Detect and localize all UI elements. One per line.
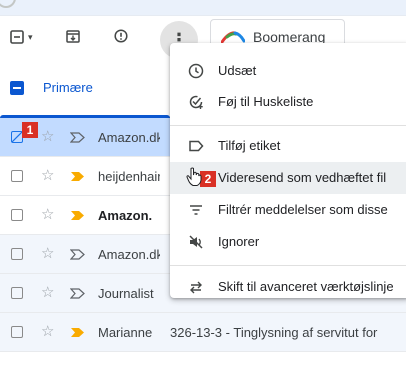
menu-item-add-label[interactable]: Tilføj etiket (170, 130, 406, 162)
top-search-strip (0, 0, 406, 16)
email-sender: Journalist (98, 286, 154, 301)
star-icon[interactable]: ☆ (41, 284, 54, 302)
star-icon[interactable]: ☆ (41, 206, 54, 224)
email-sender: heijdenhain (98, 169, 160, 184)
menu-item-label: Skift til avanceret værktøjslinje (218, 279, 394, 294)
menu-item-label: Tilføj etiket (218, 138, 281, 153)
important-marker-icon[interactable] (70, 208, 85, 223)
hand-cursor-icon (186, 167, 202, 186)
email-sender: Amazon.dk (98, 247, 160, 262)
tab-primary[interactable]: Primære (0, 60, 170, 118)
star-icon[interactable]: ☆ (41, 245, 54, 263)
report-spam-icon[interactable] (114, 29, 128, 45)
menu-item-label: Filtrér meddelelser som disse (218, 202, 388, 217)
switch-icon (188, 279, 204, 295)
row-checkbox[interactable] (11, 248, 23, 260)
menu-item-label: Udsæt (218, 63, 257, 78)
menu-divider (170, 265, 406, 266)
row-checkbox[interactable] (11, 287, 23, 299)
menu-item-label: Ignorer (218, 234, 260, 249)
select-dropdown-icon[interactable]: ▾ (28, 30, 33, 44)
important-marker-icon[interactable] (69, 130, 85, 145)
select-all-checkbox-icon[interactable] (10, 30, 24, 46)
menu-item-label: Videresend som vedhæftet fil (218, 170, 387, 185)
menu-item-add-to-tasks[interactable]: Føj til Huskeliste (170, 86, 406, 118)
email-subject: 326-13-3 - Tinglysning af servitut for (170, 325, 378, 340)
star-icon[interactable]: ☆ (41, 128, 54, 146)
row-checkbox[interactable] (11, 209, 23, 221)
email-sender: Amazon.dk (98, 130, 160, 145)
mute-icon (188, 234, 204, 250)
label-icon (188, 138, 204, 154)
menu-item-label: Føj til Huskeliste (218, 94, 314, 109)
row-checkbox[interactable] (11, 326, 23, 338)
star-icon[interactable]: ☆ (41, 167, 54, 185)
menu-item-switch-toolbar[interactable]: Skift til avanceret værktøjslinje (170, 271, 406, 303)
row-checkbox[interactable] (11, 170, 23, 182)
inbox-icon (10, 81, 24, 95)
menu-item-filter-similar[interactable]: Filtrér meddelelser som disse (170, 194, 406, 226)
important-marker-icon[interactable] (70, 325, 85, 340)
menu-item-mute[interactable]: Ignorer (170, 226, 406, 258)
important-marker-icon[interactable] (69, 247, 85, 262)
menu-divider (170, 125, 406, 126)
boomerang-logo-icon (221, 31, 245, 43)
clock-icon (188, 63, 204, 79)
annotation-badge-1: 1 (22, 122, 38, 138)
email-sender: Amazon. (98, 208, 153, 223)
star-icon[interactable]: ☆ (41, 323, 54, 341)
search-bar-edge[interactable] (0, 0, 406, 12)
tab-primary-label: Primære (43, 80, 93, 95)
menu-item-snooze[interactable]: Udsæt (170, 55, 406, 87)
important-marker-icon[interactable] (69, 286, 85, 301)
archive-icon[interactable] (66, 29, 80, 45)
filter-icon (188, 202, 204, 218)
email-sender: Marianne (98, 325, 153, 340)
annotation-badge-2: 2 (200, 171, 216, 187)
important-marker-icon[interactable] (70, 169, 85, 184)
add-task-icon (188, 94, 204, 110)
table-row[interactable]: ☆ Marianne 326-13-3 - Tinglysning af ser… (0, 313, 406, 352)
